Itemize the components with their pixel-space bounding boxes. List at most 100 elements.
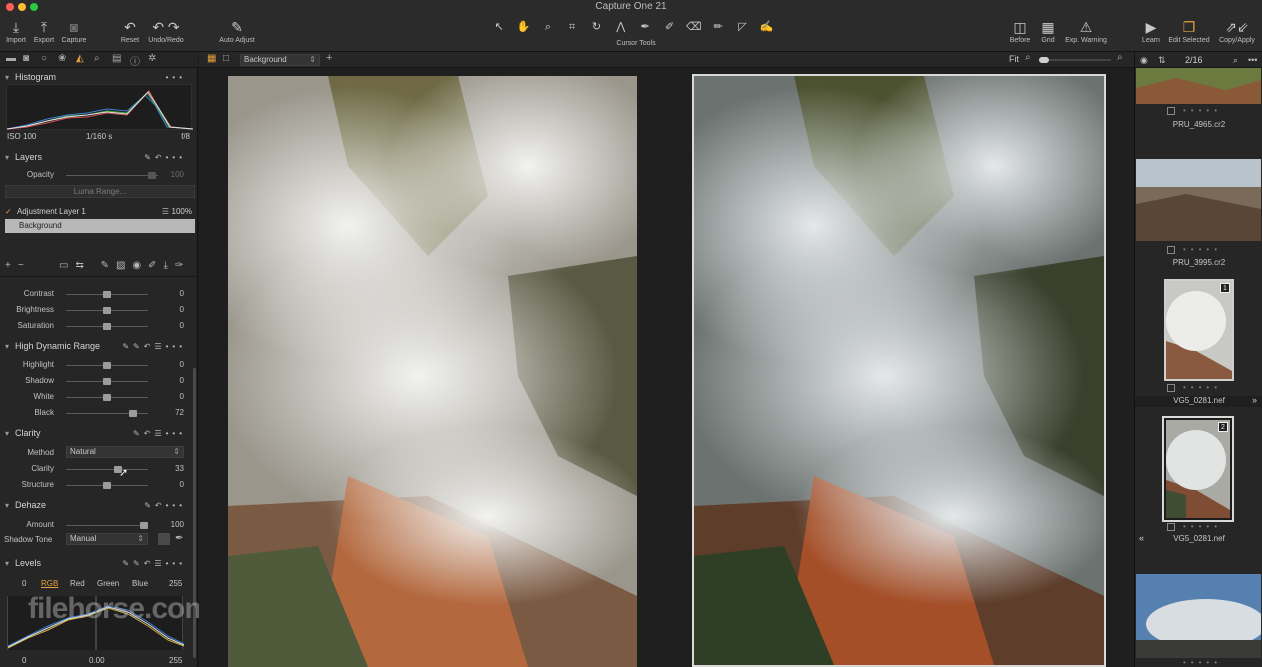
single-view-icon[interactable]: □ bbox=[223, 53, 229, 64]
picker-cursor-icon[interactable]: ✐ bbox=[658, 18, 680, 36]
pan-cursor-icon[interactable]: ✋ bbox=[512, 18, 534, 36]
mask-icon[interactable]: ☰ bbox=[162, 205, 169, 219]
shadow-slider[interactable] bbox=[66, 378, 148, 385]
levels-tab-red[interactable]: Red bbox=[70, 579, 85, 588]
exposure-warning-button[interactable]: ⚠ Exp. Warning bbox=[1061, 18, 1111, 45]
metadata-tab-icon[interactable]: ⓘ bbox=[130, 53, 140, 68]
edit-selected-button[interactable]: ❐ Edit Selected bbox=[1165, 18, 1213, 45]
levels-tab-rgb[interactable]: RGB bbox=[41, 579, 58, 588]
thumbnail-5-rating[interactable]: ••••• bbox=[1183, 658, 1222, 667]
zoom-slider-thumb[interactable] bbox=[1039, 57, 1049, 63]
clarity-header[interactable]: ▾ Clarity ✎↶☰••• bbox=[0, 425, 196, 442]
more-icon[interactable]: ••• bbox=[1248, 52, 1257, 68]
copy-apply-button[interactable]: ⇗⇙ Copy/Apply bbox=[1215, 18, 1259, 45]
white-slider[interactable] bbox=[66, 394, 148, 401]
shadow-value[interactable]: 0 bbox=[180, 376, 184, 385]
luma-range-button[interactable]: Luma Range... bbox=[5, 185, 195, 198]
black-value[interactable]: 72 bbox=[175, 408, 184, 417]
capture-button[interactable]: ◙ Capture bbox=[59, 18, 89, 45]
search-icon[interactable]: ⌕ bbox=[1233, 52, 1238, 68]
zoom-in-icon[interactable]: ⌕ bbox=[1117, 52, 1123, 63]
sort-icon[interactable]: ⇅ bbox=[1158, 52, 1166, 68]
details-tab-icon[interactable]: ⌕ bbox=[94, 53, 100, 64]
levels-tools-icon[interactable]: ✎✎↶☰••• bbox=[122, 555, 186, 572]
adjustments-tab-icon[interactable]: ▤ bbox=[112, 53, 121, 64]
dehaze-header[interactable]: ▾ Dehaze ✎↶••• bbox=[0, 497, 196, 514]
saturation-slider-thumb[interactable] bbox=[103, 323, 111, 330]
levels-output-high[interactable]: 255 bbox=[169, 656, 182, 665]
exposure-tab-icon[interactable]: ◭ bbox=[76, 53, 84, 64]
highlight-slider-thumb[interactable] bbox=[103, 362, 111, 369]
thumbnail-5[interactable] bbox=[1136, 574, 1262, 658]
capture-tab-icon[interactable]: ◙ bbox=[23, 53, 29, 64]
thumbnail-4-rating[interactable]: ••••• bbox=[1183, 522, 1222, 531]
clarity-value[interactable]: 33 bbox=[175, 464, 184, 473]
thumbnail-4[interactable]: 2 bbox=[1162, 416, 1234, 522]
layer-action-icons[interactable]: ▭⇆ ✎▨◉✐⤓✑ bbox=[59, 260, 190, 271]
levels-header[interactable]: ▾ Levels ✎✎↶☰••• bbox=[0, 555, 196, 572]
thumbnail-3[interactable]: 1 bbox=[1164, 279, 1234, 381]
color-tab-icon[interactable]: ❀ bbox=[58, 53, 66, 64]
zoom-fit-label[interactable]: Fit bbox=[1009, 54, 1019, 64]
thumbnail-2[interactable] bbox=[1136, 159, 1261, 241]
brightness-slider-thumb[interactable] bbox=[103, 307, 111, 314]
saturation-value[interactable]: 0 bbox=[180, 321, 184, 330]
levels-tab-blue[interactable]: Blue bbox=[132, 579, 148, 588]
brush-cursor-icon[interactable]: ✏ bbox=[707, 18, 729, 36]
remove-layer-icon[interactable]: − bbox=[18, 260, 31, 271]
thumbnail-1-rating[interactable]: ••••• bbox=[1183, 106, 1222, 115]
grid-button[interactable]: ▦ Grid bbox=[1036, 18, 1060, 45]
thumbnail-1-checkbox[interactable] bbox=[1167, 107, 1175, 115]
contrast-slider-thumb[interactable] bbox=[103, 291, 111, 298]
close-window-button[interactable] bbox=[6, 3, 14, 11]
eraser-cursor-icon[interactable]: ⌫ bbox=[683, 18, 705, 36]
checkmark-icon[interactable]: ✓ bbox=[5, 207, 12, 216]
output-tab-icon[interactable]: ✲ bbox=[148, 53, 156, 64]
thumbnail-4-checkbox[interactable] bbox=[1167, 523, 1175, 531]
keystone-cursor-icon[interactable]: ⋀ bbox=[610, 18, 632, 36]
crop-cursor-icon[interactable]: ⌗ bbox=[561, 18, 583, 36]
eyedropper-icon[interactable]: ✒ bbox=[175, 533, 183, 544]
before-image[interactable] bbox=[228, 76, 637, 667]
brightness-slider[interactable] bbox=[66, 307, 148, 314]
dehaze-tools-icon[interactable]: ✎↶••• bbox=[144, 497, 186, 514]
levels-output-mid[interactable]: 0.00 bbox=[89, 656, 105, 665]
thumbnail-3-rating[interactable]: ••••• bbox=[1183, 383, 1222, 392]
white-value[interactable]: 0 bbox=[180, 392, 184, 401]
minimize-window-button[interactable] bbox=[18, 3, 26, 11]
shadow-slider-thumb[interactable] bbox=[103, 378, 111, 385]
adjustment-layer-row[interactable]: ✓ Adjustment Layer 1 ☰ 100% bbox=[5, 205, 195, 219]
lens-tab-icon[interactable]: ○ bbox=[41, 53, 47, 64]
layers-header[interactable]: ▾ Layers ✎↶••• bbox=[0, 149, 196, 166]
black-slider[interactable] bbox=[66, 410, 148, 417]
black-slider-thumb[interactable] bbox=[129, 410, 137, 417]
next-arrow-icon[interactable]: » bbox=[1252, 395, 1257, 405]
thumbnail-1[interactable] bbox=[1136, 68, 1261, 104]
undo-redo-button[interactable]: ↶ ↷ Undo/Redo bbox=[145, 18, 187, 45]
levels-output-low[interactable]: 0 bbox=[22, 656, 26, 665]
structure-slider[interactable] bbox=[66, 482, 148, 489]
levels-input-high[interactable]: 255 bbox=[169, 579, 182, 588]
gradient-cursor-icon[interactable]: ◸ bbox=[731, 18, 753, 36]
eye-icon[interactable]: ◉ bbox=[1140, 52, 1148, 68]
hdr-tools-icon[interactable]: ✎✎↶☰••• bbox=[122, 338, 186, 355]
levels-input-low[interactable]: 0 bbox=[22, 579, 26, 588]
thumbnail-3-checkbox[interactable] bbox=[1167, 384, 1175, 392]
reset-button[interactable]: ↶ Reset bbox=[118, 18, 142, 45]
highlight-slider[interactable] bbox=[66, 362, 148, 369]
hdr-header[interactable]: ▾ High Dynamic Range ✎✎↶☰••• bbox=[0, 338, 196, 355]
thumbnail-2-rating[interactable]: ••••• bbox=[1183, 245, 1222, 254]
library-tab-icon[interactable]: ▬ bbox=[6, 53, 16, 64]
opacity-slider-thumb[interactable] bbox=[148, 172, 156, 179]
zoom-out-icon[interactable]: ⌕ bbox=[1025, 52, 1031, 63]
shadow-tone-swatch[interactable] bbox=[158, 533, 170, 545]
add-layer-icon[interactable]: + bbox=[326, 52, 332, 64]
annotate-cursor-icon[interactable]: ✍ bbox=[756, 18, 778, 36]
multi-view-icon[interactable]: ▦ bbox=[207, 53, 216, 64]
saturation-slider[interactable] bbox=[66, 323, 148, 330]
opacity-slider[interactable] bbox=[66, 172, 158, 179]
white-slider-thumb[interactable] bbox=[103, 394, 111, 401]
import-button[interactable]: ⤓ Import bbox=[4, 18, 28, 45]
auto-adjust-button[interactable]: ✎ Auto Adjust bbox=[215, 18, 259, 45]
rotate-cursor-icon[interactable]: ↻ bbox=[585, 18, 607, 36]
